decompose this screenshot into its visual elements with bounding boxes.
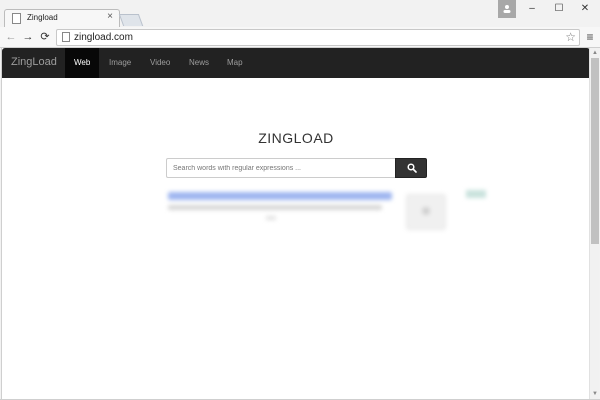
minimize-button[interactable]: –	[520, 0, 544, 18]
new-tab-button[interactable]	[118, 14, 144, 26]
search-icon	[407, 163, 417, 173]
forward-button[interactable]: →	[21, 30, 35, 44]
hamburger-icon[interactable]: ≡	[584, 30, 596, 44]
url-text[interactable]: zingload.com	[74, 32, 133, 43]
page-title: ZINGLOAD	[258, 130, 334, 146]
scroll-down-arrow[interactable]: ▼	[590, 389, 600, 399]
site-navbar: ZingLoad Web Image Video News Map	[2, 48, 590, 78]
search-button[interactable]	[395, 158, 427, 178]
star-icon[interactable]: ☆	[565, 30, 576, 44]
page-icon	[12, 13, 21, 24]
nav-item-video[interactable]: Video	[141, 48, 179, 78]
address-bar[interactable]: zingload.com ☆	[56, 29, 580, 46]
search-input[interactable]	[166, 158, 395, 178]
browser-tab[interactable]: Zingload ×	[4, 9, 120, 27]
blurred-ad	[166, 188, 496, 234]
ad-badge	[466, 190, 486, 198]
nav-item-web[interactable]: Web	[65, 48, 100, 78]
page-viewport: ZingLoad Web Image Video News Map ZINGLO…	[1, 48, 590, 399]
scroll-up-arrow[interactable]: ▲	[590, 48, 600, 58]
browser-toolbar: ← → ⟳ zingload.com ☆ ≡	[0, 27, 600, 48]
ad-url	[266, 216, 276, 220]
reload-button[interactable]: ⟳	[38, 30, 52, 44]
browser-titlebar: Zingload × – ☐ ✕	[0, 0, 600, 27]
nav-item-image[interactable]: Image	[100, 48, 140, 78]
tab-title: Zingload	[27, 13, 58, 22]
ad-description	[168, 205, 382, 210]
ad-headline	[168, 192, 392, 200]
user-icon[interactable]	[498, 0, 516, 18]
nav-item-news[interactable]: News	[180, 48, 218, 78]
maximize-button[interactable]: ☐	[547, 0, 571, 18]
scroll-thumb[interactable]	[591, 58, 599, 244]
page-icon	[62, 32, 70, 42]
tab-close-button[interactable]: ×	[107, 11, 113, 22]
ad-thumbnail	[406, 194, 446, 230]
back-button[interactable]: ←	[4, 30, 18, 44]
site-brand[interactable]: ZingLoad	[11, 56, 57, 68]
close-window-button[interactable]: ✕	[573, 0, 597, 18]
vertical-scrollbar[interactable]: ▲ ▼	[589, 48, 599, 399]
nav-item-map[interactable]: Map	[218, 48, 252, 78]
